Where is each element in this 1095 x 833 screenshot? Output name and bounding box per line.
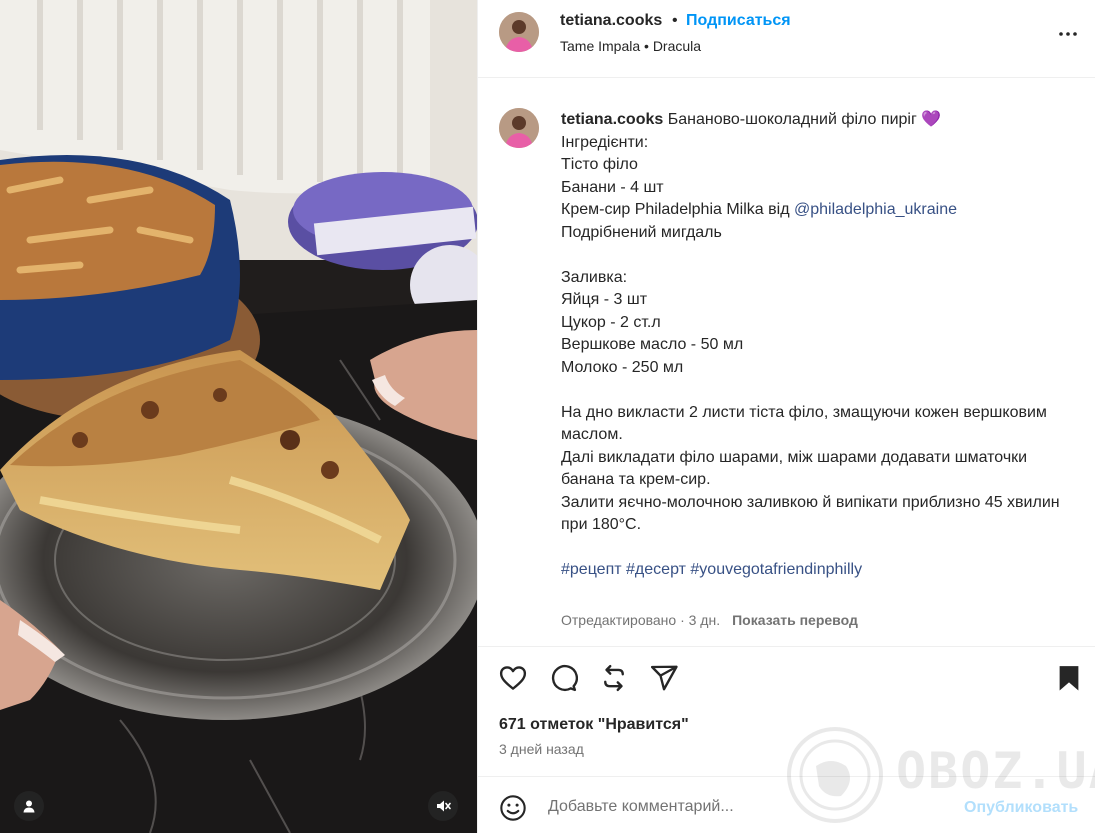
comment-input[interactable]	[548, 793, 948, 821]
caption-line: Цукор - 2 ст.л	[561, 313, 661, 331]
edited-label: Отредактировано · 3 дн.	[561, 612, 721, 628]
mention-link[interactable]: @philadelphia_ukraine	[794, 201, 957, 218]
post-date[interactable]: 3 дней назад	[499, 741, 584, 757]
comment-bar: Опубликовать	[478, 776, 1095, 833]
bookmark-icon[interactable]	[1054, 663, 1084, 693]
heart-icon[interactable]	[498, 663, 528, 693]
caption-title: Бананово-шоколадний філо пиріг	[667, 111, 917, 128]
caption-line: Заливка:	[561, 268, 628, 286]
caption-text: tetiana.cooks Бананово-шоколадний філо п…	[561, 109, 1071, 582]
author-avatar[interactable]	[499, 12, 539, 52]
likes-count[interactable]: 671 отметок "Нравится"	[499, 716, 689, 734]
caption-username[interactable]: tetiana.cooks	[561, 111, 663, 128]
separator-dot: •	[672, 12, 678, 29]
caption-line: На дно викласти 2 листи тіста філо, змащ…	[561, 403, 1052, 444]
caption-line: Молоко - 250 мл	[561, 358, 684, 376]
post-media[interactable]	[0, 0, 477, 833]
caption-line: Тісто філо	[561, 156, 638, 173]
caption-author-avatar[interactable]	[499, 108, 539, 148]
more-horizontal-icon[interactable]	[1056, 22, 1080, 46]
caption-line: Крем-сир Philadelphia Milka від	[561, 201, 794, 218]
hashtag-link[interactable]: #youvegotafriendinphilly	[690, 561, 862, 578]
follow-button[interactable]: Подписаться	[686, 12, 791, 30]
post-caption: tetiana.cooks Бананово-шоколадний філо п…	[478, 79, 1095, 645]
hashtag-link[interactable]: #рецепт	[561, 561, 622, 578]
post-details-panel: tetiana.cooks • Подписаться Tame Impala …	[477, 0, 1095, 833]
post-photo	[0, 0, 477, 833]
translate-button[interactable]: Показать перевод	[732, 612, 858, 628]
heart-emoji: 💜	[921, 111, 942, 128]
mute-button[interactable]	[428, 791, 458, 821]
speaker-muted-icon	[437, 800, 451, 812]
post-header: tetiana.cooks • Подписаться Tame Impala …	[478, 0, 1095, 78]
author-username[interactable]: tetiana.cooks	[560, 12, 662, 30]
caption-line: Подрібнений мигдаль	[561, 223, 722, 241]
comment-icon[interactable]	[548, 663, 578, 693]
caption-line: Далі викладати філо шарами, між шарами д…	[561, 448, 1032, 489]
caption-line: Інгредієнти:	[561, 133, 649, 151]
hashtag-link[interactable]: #десерт	[626, 561, 686, 578]
publish-button[interactable]: Опубликовать	[964, 799, 1078, 817]
user-icon	[23, 800, 35, 813]
emoji-icon[interactable]	[499, 794, 527, 822]
share-icon[interactable]	[649, 663, 679, 693]
caption-line: Банани - 4 шт	[561, 178, 664, 196]
caption-line: Залити яєчно-молочною заливкою й випікат…	[561, 493, 1065, 534]
post-actions: 671 отметок "Нравится" 3 дней назад	[478, 646, 1095, 776]
tagged-users-button[interactable]	[14, 791, 44, 821]
caption-line: Яйця - 3 шт	[561, 291, 648, 308]
audio-track-link[interactable]: Tame Impala • Dracula	[560, 38, 701, 54]
caption-line: Вершкове масло - 50 мл	[561, 336, 744, 353]
repost-icon[interactable]	[599, 663, 629, 693]
caption-meta: Отредактировано · 3 дн. Показать перевод	[561, 612, 858, 628]
